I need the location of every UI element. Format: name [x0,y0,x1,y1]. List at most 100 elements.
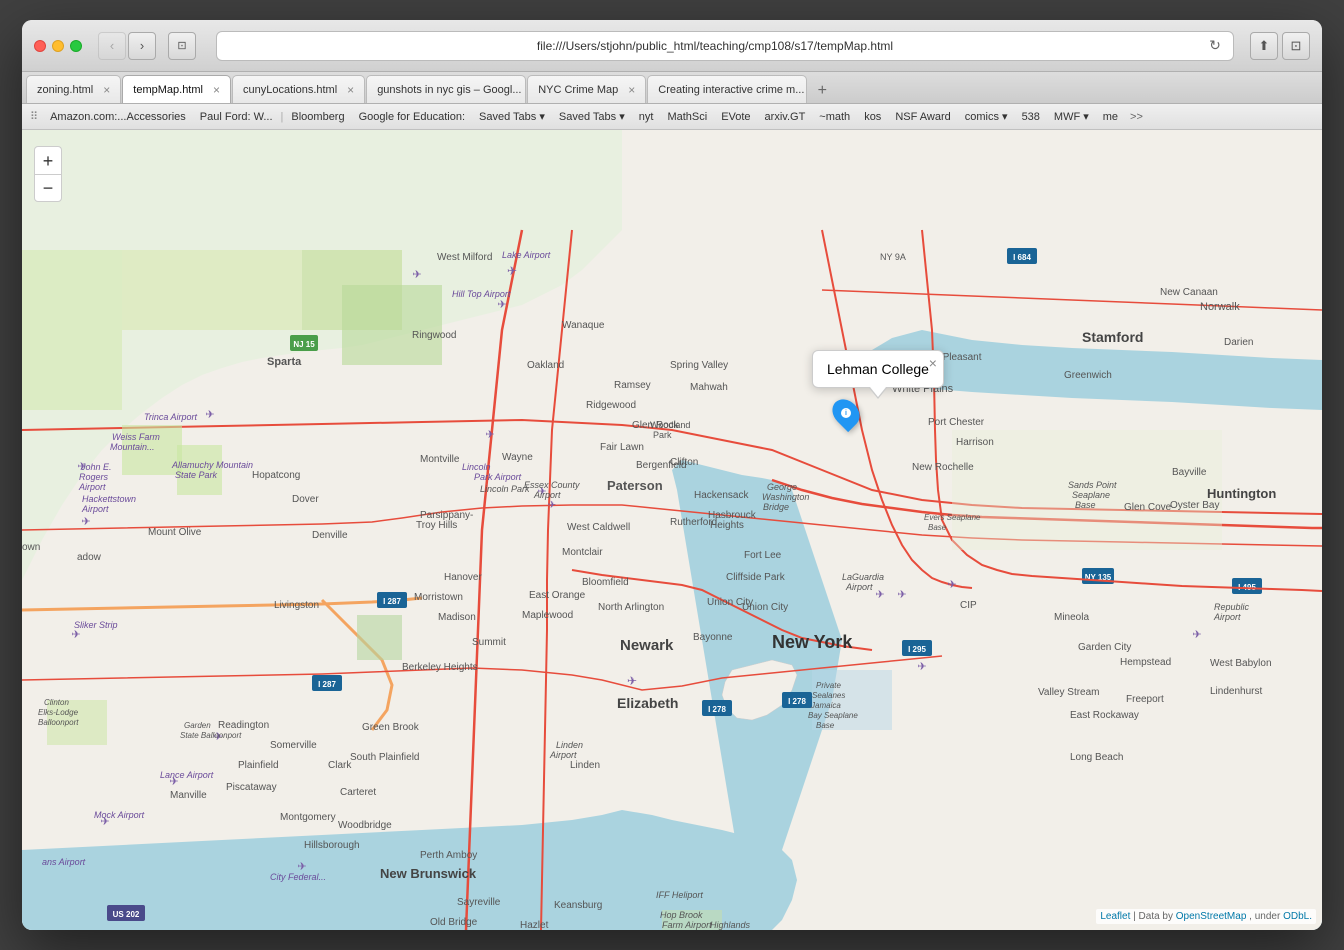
svg-text:Republic: Republic [1214,602,1250,612]
svg-text:Hop Brook: Hop Brook [660,910,703,920]
bookmark-nyt[interactable]: nyt [633,109,660,125]
svg-text:Base: Base [928,523,947,532]
svg-text:LaGuardia: LaGuardia [842,572,884,582]
bookmark-saved-tabs-1[interactable]: Saved Tabs ▾ [473,108,551,125]
svg-text:Paterson: Paterson [607,478,663,493]
svg-text:New York: New York [772,632,853,652]
svg-text:Hackensack: Hackensack [694,490,749,501]
bookmark-amazon[interactable]: Amazon.com:...Accessories [44,109,192,125]
svg-text:✈: ✈ [897,589,906,601]
svg-text:Morristown: Morristown [414,592,463,603]
svg-text:Oakland: Oakland [527,360,564,371]
address-bar[interactable] [225,39,1205,53]
svg-text:Highlands: Highlands [710,920,751,930]
svg-text:Piscataway: Piscataway [226,782,277,793]
svg-text:Bay Seaplane: Bay Seaplane [808,711,858,720]
new-window-button[interactable]: ⊡ [1282,32,1310,60]
bookmarks-more[interactable]: >> [1126,109,1147,125]
map-container[interactable]: I 287 I 287 NJ 15 I 278 I 278 I 295 NY 1… [22,130,1322,930]
bookmark-evote[interactable]: EVote [715,109,756,125]
popup-close-button[interactable]: × [929,355,937,371]
svg-text:Somerville: Somerville [270,740,317,751]
svg-text:NY 9A: NY 9A [880,252,906,262]
bookmark-538[interactable]: 538 [1016,109,1046,125]
svg-text:Port Chester: Port Chester [928,417,985,428]
svg-text:City Federal...: City Federal... [270,872,326,882]
zoom-out-button[interactable]: − [34,174,62,202]
svg-text:ans Airport: ans Airport [42,857,86,867]
leaflet-link[interactable]: Leaflet [1100,911,1130,922]
svg-text:✈: ✈ [917,661,926,673]
minimize-button[interactable] [52,40,64,52]
bookmark-google-edu[interactable]: Google for Education: [353,109,471,125]
svg-text:✈: ✈ [485,429,494,441]
svg-text:Jamaica: Jamaica [810,701,841,710]
tabs-bar: zoning.html × tempMap.html × cunyLocatio… [22,72,1322,104]
title-bar-right: ⬆ ⊡ [1250,32,1310,60]
svg-text:Lindenhurst: Lindenhurst [1210,686,1262,697]
svg-text:✈: ✈ [627,674,637,688]
close-button[interactable] [34,40,46,52]
zoom-in-button[interactable]: + [34,146,62,174]
svg-text:✈: ✈ [507,264,517,278]
map-marker[interactable]: i [834,398,858,428]
svg-text:Madison: Madison [438,612,476,623]
svg-text:Norwalk: Norwalk [1200,301,1240,313]
back-button[interactable]: ‹ [98,32,126,60]
bookmark-saved-tabs-2[interactable]: Saved Tabs ▾ [553,108,631,125]
svg-text:Mount Olive: Mount Olive [148,527,202,538]
svg-text:✈: ✈ [1192,629,1201,641]
bookmark-comics[interactable]: comics ▾ [959,108,1014,125]
tab-zoning[interactable]: zoning.html × [26,75,121,103]
svg-text:Airport: Airport [845,582,873,592]
new-tab-button[interactable]: + [810,79,834,103]
tab-close-nycrime[interactable]: × [628,83,635,97]
share-button[interactable]: ⬆ [1250,32,1278,60]
tab-gunshots[interactable]: gunshots in nyc gis – Googl... × [366,75,526,103]
svg-text:Allamuchy Mountain: Allamuchy Mountain [171,460,253,470]
bookmark-mathsci[interactable]: MathSci [661,109,713,125]
bookmark-me[interactable]: me [1097,109,1124,125]
svg-text:North Arlington: North Arlington [598,602,664,613]
svg-text:Bridge: Bridge [763,502,789,512]
svg-text:Hazlet: Hazlet [520,920,549,930]
tab-cuny[interactable]: cunyLocations.html × [232,75,365,103]
refresh-button[interactable]: ↻ [1205,36,1225,56]
svg-text:Berkeley Heights: Berkeley Heights [402,662,478,673]
bookmark-bloomberg[interactable]: Bloomberg [285,109,350,125]
forward-button[interactable]: › [128,32,156,60]
bookmark-math[interactable]: ~math [813,109,856,125]
bookmark-arxiv[interactable]: arxiv.GT [759,109,812,125]
svg-text:Linden: Linden [570,760,600,771]
bookmark-mwf[interactable]: MWF ▾ [1048,108,1095,125]
bookmarks-dots-icon[interactable]: ⠿ [30,110,38,123]
svg-text:Summit: Summit [472,637,506,648]
tab-creating[interactable]: Creating interactive crime m... × [647,75,807,103]
tab-close-tempmap[interactable]: × [213,83,220,97]
maximize-button[interactable] [70,40,82,52]
svg-text:Sayreville: Sayreville [457,897,501,908]
bookmark-kos[interactable]: kos [858,109,887,125]
svg-text:Ramsey: Ramsey [614,380,651,391]
svg-text:Montgomery: Montgomery [280,812,336,823]
window-button[interactable]: ⊡ [168,32,196,60]
tab-close-zoning[interactable]: × [103,83,110,97]
bookmark-paulford[interactable]: Paul Ford: W... [194,109,279,125]
svg-text:Essex County: Essex County [524,480,580,490]
tab-close-cuny[interactable]: × [347,83,354,97]
address-bar-container: ↻ [216,31,1234,61]
svg-text:Woodbridge: Woodbridge [338,820,392,831]
svg-text:Spring Valley: Spring Valley [670,360,728,371]
svg-text:State Park: State Park [175,470,218,480]
svg-text:Newark: Newark [620,637,674,654]
svg-text:Sliker Strip: Sliker Strip [74,620,118,630]
svg-text:Oyster Bay: Oyster Bay [1170,500,1219,511]
osm-link[interactable]: OpenStreetMap [1176,911,1247,922]
svg-text:Mountain...: Mountain... [110,442,155,452]
svg-text:Rutherford: Rutherford [670,517,717,528]
tab-nycrime[interactable]: NYC Crime Map × [527,75,646,103]
bookmark-nsf[interactable]: NSF Award [889,109,956,125]
tab-tempmap[interactable]: tempMap.html × [122,75,231,103]
odbl-link[interactable]: ODbL. [1283,911,1312,922]
svg-text:CIP: CIP [960,600,977,611]
